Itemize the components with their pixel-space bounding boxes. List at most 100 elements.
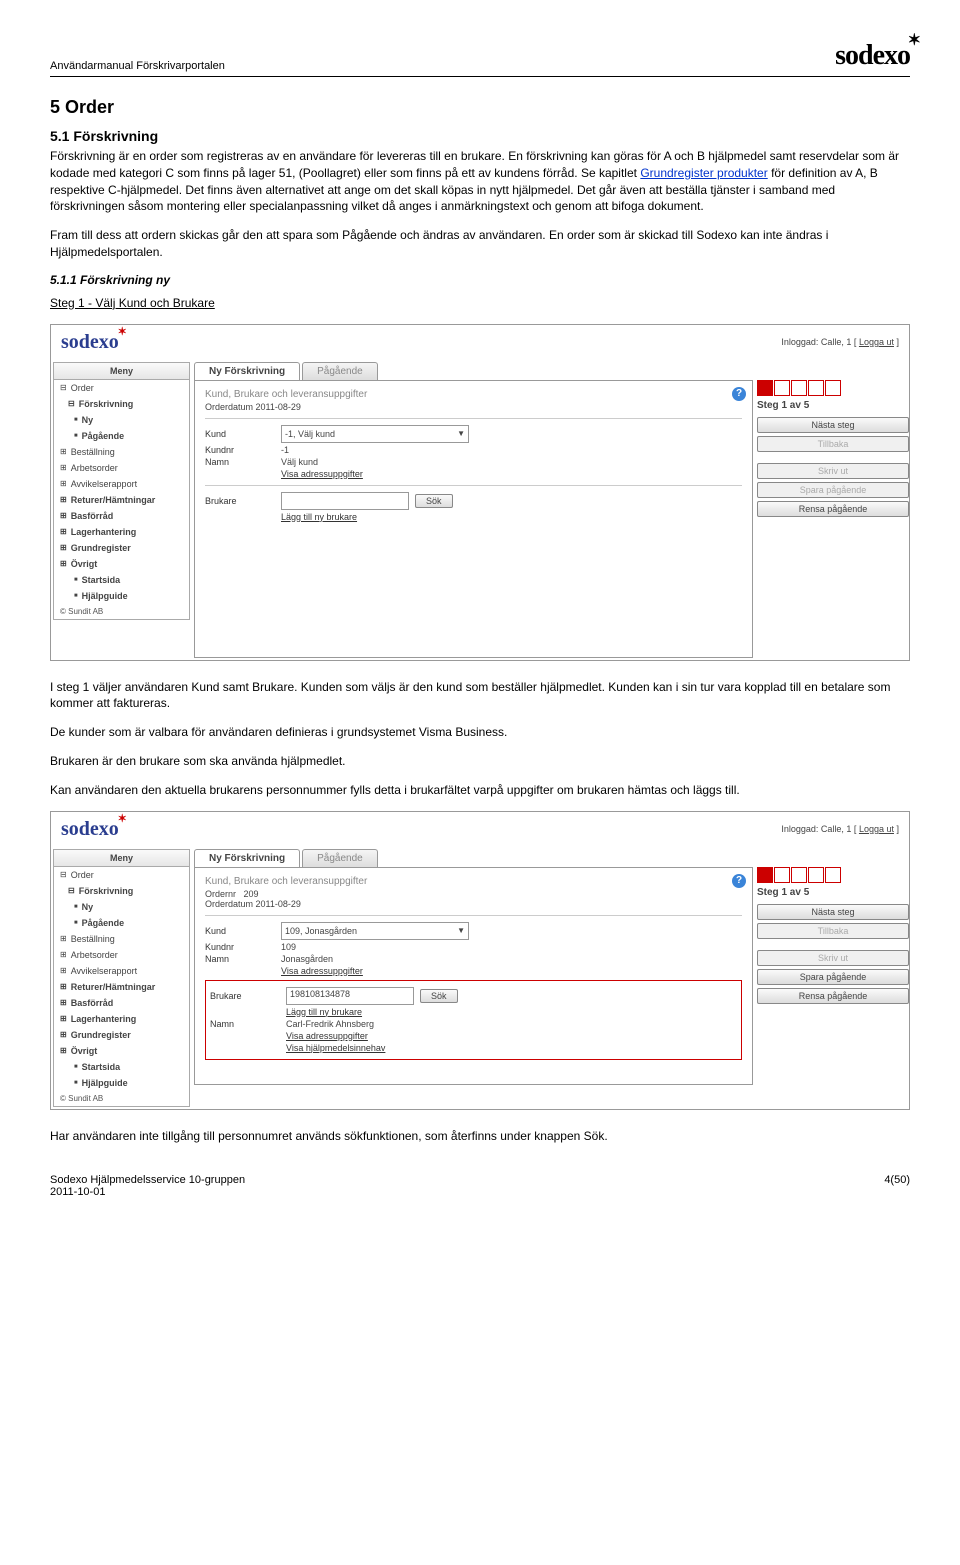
help-icon[interactable]: ? [732, 874, 746, 888]
label-brukare: Brukare [210, 991, 280, 1001]
chevron-down-icon: ▼ [457, 429, 465, 438]
menu-item[interactable]: Grundregister [54, 540, 189, 556]
visa-adress-link[interactable]: Visa adressuppgifter [281, 469, 363, 479]
menu-item[interactable]: Ny [54, 899, 189, 915]
menu-item[interactable]: Beställning [54, 444, 189, 460]
menu-item[interactable]: Förskrivning [54, 396, 189, 412]
kundnr-value: -1 [281, 445, 289, 455]
menu-item[interactable]: Övrigt [54, 1043, 189, 1059]
visa-hjalpmedel-link[interactable]: Visa hjälpmedelsinnehav [286, 1043, 385, 1053]
logged-in-status: Inloggad: Calle, 1 [ Logga ut ] [781, 824, 899, 834]
footer-left-2: 2011-10-01 [50, 1186, 245, 1198]
menu-item[interactable]: Lagerhantering [54, 1011, 189, 1027]
skriv-ut-button: Skriv ut [757, 950, 909, 966]
menu-item[interactable]: Basförråd [54, 995, 189, 1011]
kund-select[interactable]: 109, Jonasgården▼ [281, 922, 469, 940]
menu-item[interactable]: Order [54, 380, 189, 396]
step-label: Steg 1 av 5 [757, 887, 907, 898]
chevron-down-icon: ▼ [457, 926, 465, 935]
menu-item[interactable]: Avvikelserapport [54, 963, 189, 979]
copyright: © Sundit AB [54, 604, 189, 619]
menu-item[interactable]: Grundregister [54, 1027, 189, 1043]
skriv-ut-button: Skriv ut [757, 463, 909, 479]
orderdatum: Orderdatum 2011-08-29 [205, 402, 742, 412]
kundnr-value: 109 [281, 942, 296, 952]
star-icon: ✶ [118, 812, 127, 825]
paragraph-after-s1-2: De kunder som är valbara för användaren … [50, 724, 910, 741]
menu-item[interactable]: Startsida [54, 1059, 189, 1075]
sodexo-logo: sodexo✶ [835, 40, 910, 72]
step-3 [791, 867, 807, 883]
help-icon[interactable]: ? [732, 387, 746, 401]
step-indicator [757, 380, 907, 396]
menu-item[interactable]: Arbetsorder [54, 460, 189, 476]
menu-item[interactable]: Hjälpguide [54, 588, 189, 604]
tab-ny-forskrivning[interactable]: Ny Förskrivning [194, 362, 300, 380]
logout-link[interactable]: Logga ut [859, 824, 894, 834]
grundregister-link[interactable]: Grundregister produkter [640, 166, 767, 180]
menu-item[interactable]: Avvikelserapport [54, 476, 189, 492]
tab-pagaende[interactable]: Pågående [302, 362, 378, 380]
menu-item[interactable]: Övrigt [54, 556, 189, 572]
nasta-steg-button[interactable]: Nästa steg [757, 417, 909, 433]
paragraph-after-s1-1: I steg 1 väljer användaren Kund samt Bru… [50, 679, 910, 713]
visa-adress-link-2[interactable]: Visa adressuppgifter [286, 1031, 368, 1041]
brukare-namn-value: Carl-Fredrik Ahnsberg [286, 1019, 374, 1029]
step-3 [791, 380, 807, 396]
menu-title: Meny [54, 363, 189, 380]
rensa-pagaende-button[interactable]: Rensa pågående [757, 988, 909, 1004]
menu-item[interactable]: Returer/Hämtningar [54, 979, 189, 995]
menu-item[interactable]: Lagerhantering [54, 524, 189, 540]
spara-pagaende-button[interactable]: Spara pågående [757, 969, 909, 985]
add-brukare-link[interactable]: Lägg till ny brukare [286, 1007, 362, 1017]
paragraph-2: Fram till dess att ordern skickas går de… [50, 227, 910, 261]
menu-item[interactable]: Pågående [54, 428, 189, 444]
tab-pagaende[interactable]: Pågående [302, 849, 378, 867]
label-namn: Namn [210, 1019, 280, 1029]
label-kundnr: Kundnr [205, 445, 275, 455]
step-label: Steg 1 av 5 [757, 400, 907, 411]
screenshot-1: sodexo✶ Inloggad: Calle, 1 [ Logga ut ] … [50, 324, 910, 661]
brukare-input[interactable] [281, 492, 409, 510]
menu-item[interactable]: Förskrivning [54, 883, 189, 899]
label-kund: Kund [205, 429, 275, 439]
doc-header-text: Användarmanual Förskrivarportalen [50, 60, 225, 72]
brukare-input[interactable]: 198108134878 [286, 987, 414, 1005]
nasta-steg-button[interactable]: Nästa steg [757, 904, 909, 920]
menu-item[interactable]: Arbetsorder [54, 947, 189, 963]
page-number: 4(50) [884, 1174, 910, 1198]
menu-item[interactable]: Pågående [54, 915, 189, 931]
ss-logo: sodexo✶ [61, 818, 119, 841]
menu-item[interactable]: Hjälpguide [54, 1075, 189, 1091]
step-2 [774, 380, 790, 396]
doc-header: Användarmanual Förskrivarportalen sodexo… [50, 40, 910, 77]
step-2 [774, 867, 790, 883]
footer-left-1: Sodexo Hjälpmedelsservice 10-gruppen [50, 1174, 245, 1186]
add-brukare-link[interactable]: Lägg till ny brukare [281, 512, 357, 522]
step-4 [808, 867, 824, 883]
menu-item[interactable]: Startsida [54, 572, 189, 588]
tab-ny-forskrivning[interactable]: Ny Förskrivning [194, 849, 300, 867]
ss-logo: sodexo✶ [61, 331, 119, 354]
menu-item[interactable]: Beställning [54, 931, 189, 947]
sok-button[interactable]: Sök [415, 494, 453, 508]
step-indicator [757, 867, 907, 883]
rensa-pagaende-button[interactable]: Rensa pågående [757, 501, 909, 517]
logout-link[interactable]: Logga ut [859, 337, 894, 347]
paragraph-1: Förskrivning är en order som registreras… [50, 148, 910, 215]
paragraph-after-s1-4: Kan användaren den aktuella brukarens pe… [50, 782, 910, 799]
label-kundnr: Kundnr [205, 942, 275, 952]
menu-item[interactable]: Basförråd [54, 508, 189, 524]
sok-button[interactable]: Sök [420, 989, 458, 1003]
menu-item[interactable]: Order [54, 867, 189, 883]
step-5 [825, 867, 841, 883]
paragraph-after-s2: Har användaren inte tillgång till person… [50, 1128, 910, 1145]
panel-title: Kund, Brukare och leveransuppgifter [205, 876, 742, 887]
menu-item[interactable]: Ny [54, 412, 189, 428]
screenshot-2: sodexo✶ Inloggad: Calle, 1 [ Logga ut ] … [50, 811, 910, 1110]
paragraph-after-s1-3: Brukaren är den brukare som ska använda … [50, 753, 910, 770]
kund-select[interactable]: -1, Välj kund▼ [281, 425, 469, 443]
menu-item[interactable]: Returer/Hämtningar [54, 492, 189, 508]
spara-pagaende-button: Spara pågående [757, 482, 909, 498]
visa-adress-link[interactable]: Visa adressuppgifter [281, 966, 363, 976]
